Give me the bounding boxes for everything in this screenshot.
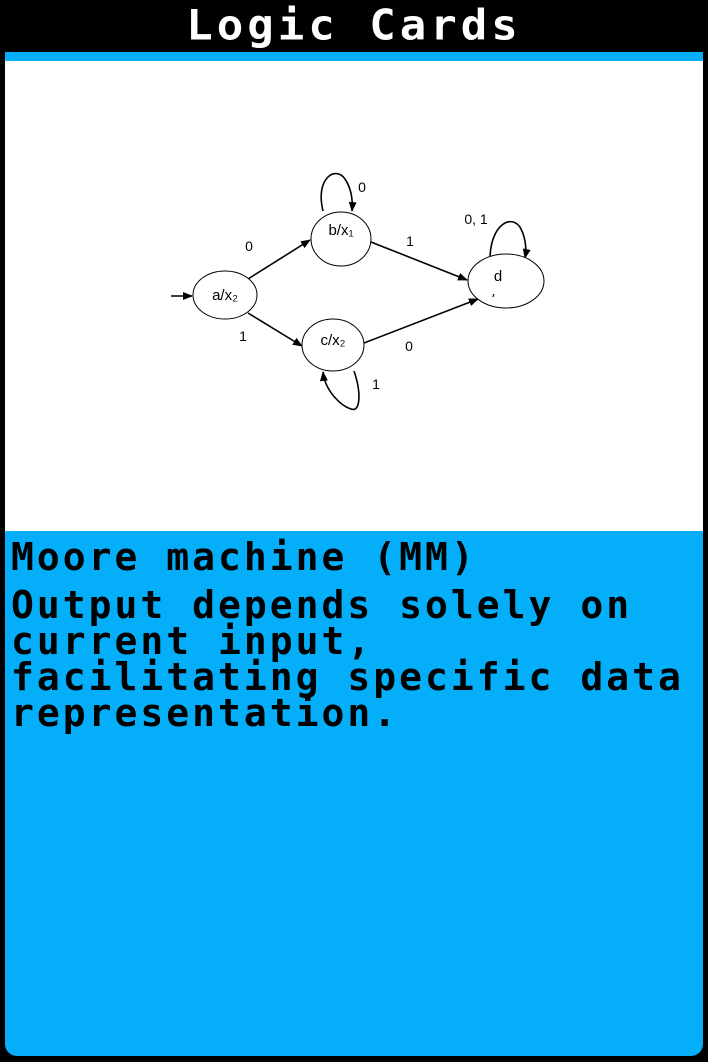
state-b: b/x₁	[310, 211, 372, 267]
label-a-to-c: 1	[239, 328, 247, 344]
state-d-label: d	[494, 268, 502, 285]
card-header-title: Logic Cards	[186, 1, 522, 50]
label-a-to-b: 0	[245, 238, 253, 254]
card-name: Moore machine (MM)	[11, 535, 477, 579]
state-c-label: c/x₂	[321, 332, 346, 349]
label-b-self: 0	[358, 179, 366, 195]
label-c-self: 1	[372, 376, 380, 392]
card-header: Logic Cards	[0, 0, 708, 52]
transition-b-to-d	[370, 241, 468, 281]
transition-a-to-c	[247, 312, 303, 347]
card-info-panel: Moore machine (MM) Output depends solely…	[5, 531, 703, 1056]
transition-a-to-b	[247, 239, 311, 280]
transition-c-to-d	[363, 298, 479, 344]
card-description: Output depends solely on current input, …	[11, 583, 684, 735]
accent-bar	[5, 52, 703, 61]
state-b-label: b/x₁	[328, 222, 353, 239]
self-loop-c	[319, 370, 360, 411]
state-d: d /x₂	[467, 253, 545, 309]
self-loop-b	[320, 172, 357, 212]
card-art: a/x₂ b/x₁ c/x₂ d /x₂ 0 1 0 1 1 0	[5, 61, 703, 531]
moore-machine-diagram: a/x₂ b/x₁ c/x₂ d /x₂ 0 1 0 1 1 0	[171, 172, 545, 411]
state-a-label: a/x₂	[212, 287, 238, 304]
state-a: a/x₂	[192, 270, 258, 320]
state-c: c/x₂	[301, 318, 365, 372]
label-c-to-d: 0	[405, 338, 413, 354]
label-b-to-d: 1	[406, 233, 414, 249]
label-d-self: 0, 1	[464, 211, 488, 227]
logic-card: Logic Cards a/x₂ b/x₁ c/x₂ d 0 1 0 1 1 0…	[0, 0, 708, 1062]
